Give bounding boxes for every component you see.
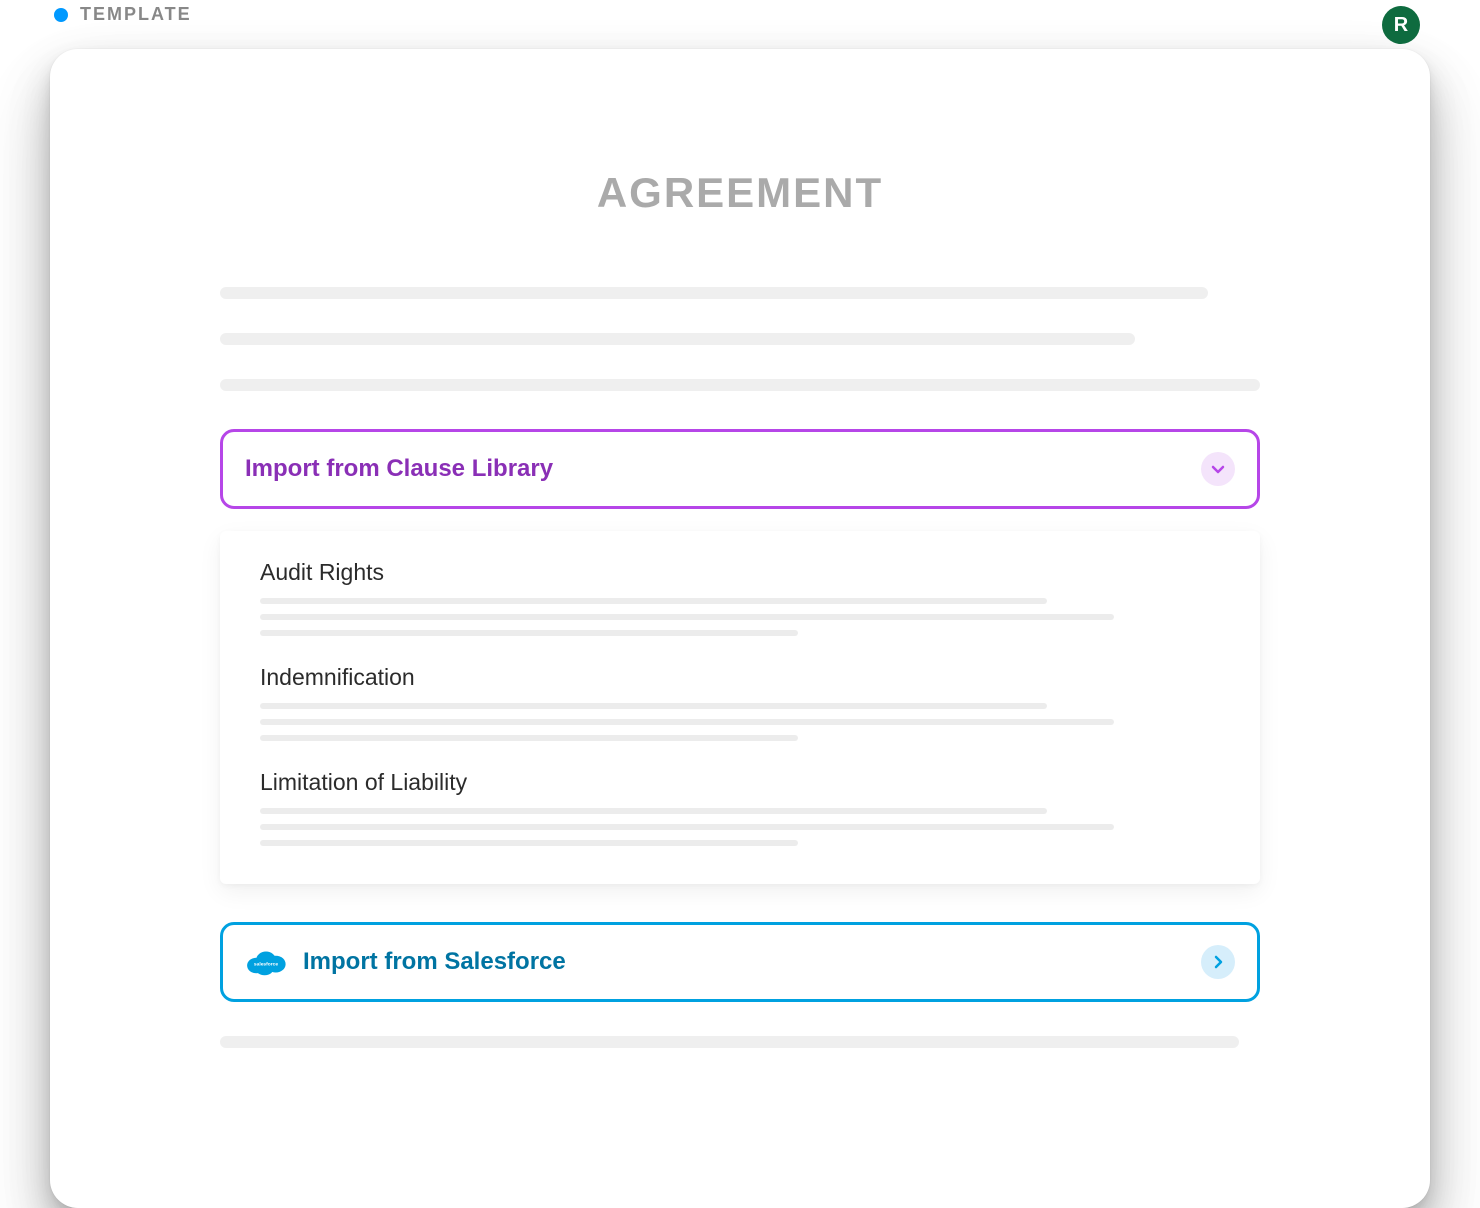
clause-option-title: Audit Rights — [260, 559, 1220, 586]
placeholder-line — [220, 1036, 1239, 1048]
placeholder-line — [260, 598, 1047, 604]
clause-option-title: Limitation of Liability — [260, 769, 1220, 796]
placeholder-line — [220, 379, 1260, 391]
salesforce-dropdown-label: Import from Salesforce — [303, 948, 566, 976]
document-card: AGREEMENT Import from Clause Library Aud… — [50, 49, 1430, 1208]
template-tag: TEMPLATE — [80, 4, 192, 25]
header-row: TEMPLATE R — [50, 0, 1430, 33]
clause-options-panel: Audit Rights Indemnification — [220, 531, 1260, 884]
salesforce-icon: salesforce — [245, 947, 287, 977]
placeholder-line — [260, 840, 798, 846]
placeholder-line — [260, 630, 798, 636]
placeholder-line — [260, 735, 798, 741]
chevron-right-icon — [1201, 945, 1235, 979]
salesforce-dropdown[interactable]: salesforce Import from Salesforce — [220, 922, 1260, 1002]
svg-text:salesforce: salesforce — [254, 962, 278, 968]
clause-library-dropdown[interactable]: Import from Clause Library — [220, 429, 1260, 509]
clause-option-title: Indemnification — [260, 664, 1220, 691]
chevron-down-icon — [1201, 452, 1235, 486]
document-title: AGREEMENT — [50, 169, 1430, 217]
placeholder-line — [260, 614, 1114, 620]
placeholder-line — [260, 703, 1047, 709]
avatar[interactable]: R — [1382, 6, 1420, 44]
status-dot — [54, 8, 68, 22]
placeholder-line — [260, 719, 1114, 725]
placeholder-line — [220, 333, 1135, 345]
clause-option[interactable]: Indemnification — [260, 664, 1220, 741]
placeholder-line — [260, 808, 1047, 814]
clause-dropdown-label: Import from Clause Library — [245, 455, 553, 483]
placeholder-line — [260, 824, 1114, 830]
document-body: Import from Clause Library Audit Rights — [220, 287, 1260, 1048]
clause-option[interactable]: Limitation of Liability — [260, 769, 1220, 846]
clause-option[interactable]: Audit Rights — [260, 559, 1220, 636]
placeholder-line — [220, 287, 1208, 299]
